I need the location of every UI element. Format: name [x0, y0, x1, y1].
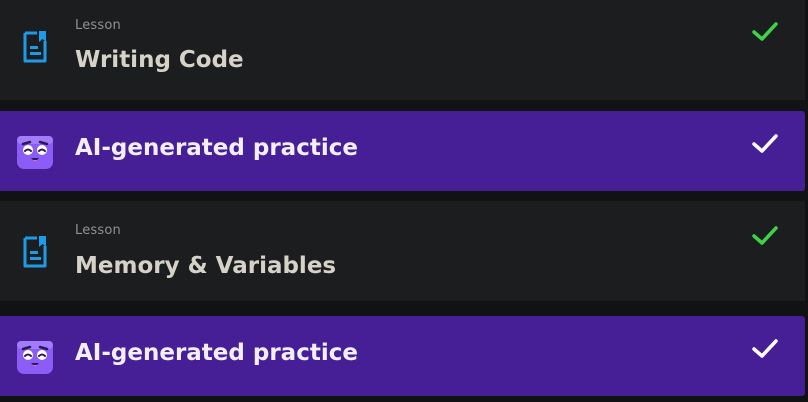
check-icon: [752, 134, 778, 153]
practice-title: AI-generated practice: [75, 135, 358, 161]
boots-mascot-icon: [17, 341, 53, 374]
boots-mascot-icon: [17, 136, 53, 169]
practice-item[interactable]: AI-generated practice: [0, 316, 805, 396]
document-icon: [23, 31, 47, 63]
check-icon: [752, 339, 778, 358]
practice-item[interactable]: AI-generated practice: [0, 111, 805, 191]
course-item-list: Lesson Writing Code AI-generated practic…: [0, 0, 808, 402]
check-icon: [752, 22, 778, 41]
item-type-label: Lesson: [75, 18, 121, 33]
lesson-title: Memory & Variables: [75, 253, 337, 279]
document-icon: [23, 236, 47, 268]
item-type-label: Lesson: [75, 223, 121, 238]
lesson-item-memory-variables[interactable]: Lesson Memory & Variables: [0, 201, 805, 301]
lesson-title: Writing Code: [75, 47, 244, 73]
lesson-item-writing-code[interactable]: Lesson Writing Code: [0, 0, 805, 100]
practice-title: AI-generated practice: [75, 340, 358, 366]
check-icon: [752, 226, 778, 245]
